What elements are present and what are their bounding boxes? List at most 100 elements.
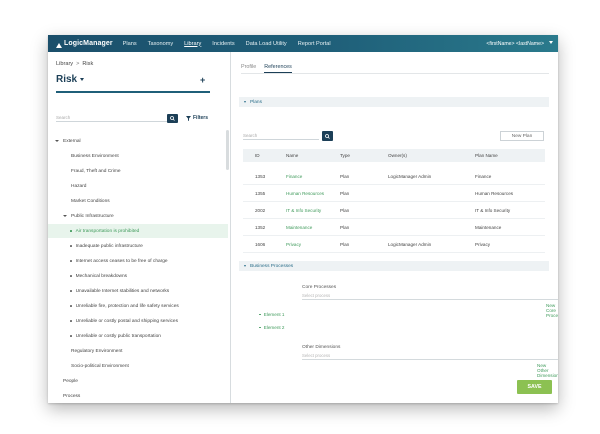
chevron-down-icon bbox=[55, 139, 60, 144]
new-other-dimension-link[interactable]: New Other Dimension bbox=[537, 363, 558, 378]
table-row[interactable]: 1353 Finance Plan LogicManager Admin Finance bbox=[243, 168, 545, 185]
tab-divider bbox=[241, 73, 549, 74]
tree-item-label: Fraud, Theft and Crime bbox=[71, 168, 121, 174]
tree-search-input[interactable]: Search bbox=[56, 114, 172, 122]
element-item[interactable]: Element 1 bbox=[259, 312, 284, 317]
column-name[interactable]: Name bbox=[286, 149, 298, 162]
cell-name[interactable]: Finance bbox=[286, 168, 302, 184]
tree-item[interactable]: Unreliable or costly postal and shipping… bbox=[48, 314, 228, 328]
cell-name[interactable]: Privacy bbox=[286, 236, 301, 252]
column-id[interactable]: ID bbox=[255, 149, 260, 162]
cell-id: 2002 bbox=[255, 207, 266, 213]
tree-item[interactable]: Process bbox=[48, 389, 228, 403]
cell-owner: LogicManager Admin bbox=[388, 173, 432, 179]
tree-item[interactable]: People bbox=[48, 374, 243, 401]
tree-item[interactable]: Internet access ceases to be free of cha… bbox=[48, 254, 228, 268]
tree-item-label: Mechanical breakdowns bbox=[75, 273, 128, 279]
breadcrumb-risk: Risk bbox=[82, 61, 94, 67]
cell-type: Plan bbox=[340, 224, 350, 230]
add-item-button[interactable]: + bbox=[200, 76, 205, 85]
table-row[interactable]: 1352 Maintenance Plan Maintenance bbox=[243, 219, 545, 236]
nav-report-portal[interactable]: Report Portal bbox=[297, 35, 332, 52]
tree-item-label: Unreliable fire, protection and life saf… bbox=[75, 303, 179, 309]
cell-type: Plan bbox=[340, 190, 350, 196]
tree-item[interactable]: External bbox=[48, 134, 228, 148]
cell-name[interactable]: IT & Info Security bbox=[286, 202, 321, 218]
library-type-selector[interactable]: Risk bbox=[56, 74, 85, 85]
chevron-down-icon bbox=[244, 265, 246, 267]
tree-item[interactable]: Mechanical breakdowns bbox=[48, 269, 228, 283]
user-menu[interactable]: <firstName> <lastName> bbox=[486, 35, 544, 52]
tree-item[interactable]: Business Environment bbox=[48, 149, 251, 176]
tree-item-label: Regulatory Environment bbox=[71, 348, 123, 354]
bullet bbox=[70, 230, 72, 232]
tab-references[interactable]: References bbox=[264, 64, 292, 73]
new-plan-button[interactable]: New Plan bbox=[500, 131, 544, 141]
element-label: Element 2 bbox=[263, 325, 285, 330]
plans-search-input[interactable]: Search bbox=[243, 132, 319, 140]
tree-item[interactable]: Inadequate public infrastructure bbox=[48, 239, 228, 253]
cell-id: 1352 bbox=[255, 224, 266, 230]
nav-library[interactable]: Library bbox=[183, 35, 202, 52]
library-sidebar: Library > Risk Risk + Search Filters Exter… bbox=[48, 52, 251, 403]
element-label: Element 1 bbox=[263, 312, 285, 317]
other-dimensions-label: Other Dimensions bbox=[302, 345, 341, 350]
tree-item[interactable]: Regulatory Environment bbox=[48, 344, 251, 371]
search-icon bbox=[170, 116, 175, 121]
column-type[interactable]: Type bbox=[340, 149, 350, 162]
plans-search-button[interactable] bbox=[322, 131, 333, 141]
cell-type: Plan bbox=[340, 241, 350, 247]
table-row[interactable]: 2002 IT & Info Security Plan IT & Info Secu… bbox=[243, 202, 545, 219]
bullet bbox=[70, 335, 72, 337]
logo[interactable]: LogicManager bbox=[56, 40, 113, 48]
other-dimensions-select[interactable]: Select process bbox=[302, 352, 558, 360]
column-plan-name[interactable]: Plan Name bbox=[475, 149, 498, 162]
tree-search-button[interactable] bbox=[167, 114, 178, 123]
cell-name[interactable]: Human Resources bbox=[286, 185, 324, 201]
plans-section-title: Plans bbox=[250, 99, 262, 105]
element-item[interactable]: Element 2 bbox=[259, 325, 284, 330]
table-row[interactable]: 1606 Privacy Plan LogicManager Admin Privacy bbox=[243, 236, 545, 253]
tree-item[interactable]: Unreliable fire, protection and life saf… bbox=[48, 299, 228, 313]
tree-item[interactable]: Unreliable or costly public transportati… bbox=[48, 329, 228, 343]
filter-icon bbox=[186, 115, 191, 121]
nav-incidents[interactable]: Incidents bbox=[211, 35, 235, 52]
filters-button[interactable]: Filters bbox=[186, 115, 208, 121]
chevron-down-icon[interactable] bbox=[549, 41, 553, 44]
tree-item[interactable]: Market Conditions bbox=[48, 194, 251, 221]
tree-item[interactable]: Air transportation is prohibited bbox=[48, 224, 228, 238]
logo-icon bbox=[56, 40, 62, 48]
table-row[interactable]: 1355 Human Resources Plan Human Resources bbox=[243, 185, 545, 202]
plans-table-header: ID Name Type Owner(s) Plan Name bbox=[243, 149, 545, 162]
nav-taxonomy[interactable]: Taxonomy bbox=[147, 35, 175, 52]
cell-name[interactable]: Maintenance bbox=[286, 219, 312, 235]
core-processes-placeholder: Select process bbox=[302, 293, 331, 298]
breadcrumb-separator: > bbox=[76, 61, 80, 67]
tree-item[interactable]: Public Infrastructure bbox=[48, 209, 228, 223]
tree-item[interactable]: Hazard bbox=[48, 179, 251, 206]
breadcrumb: Library > Risk bbox=[56, 61, 93, 67]
page-title: Risk bbox=[56, 74, 78, 85]
business-processes-section-header[interactable]: Business Processes bbox=[239, 261, 549, 271]
cell-id: 1606 bbox=[255, 241, 266, 247]
tab-profile[interactable]: Profile bbox=[241, 64, 256, 73]
tree-item-label: Business Environment bbox=[71, 153, 119, 159]
plans-section-header[interactable]: Plans bbox=[239, 97, 549, 107]
tree-item-label: Market Conditions bbox=[71, 198, 110, 204]
tree-item-label: External bbox=[63, 138, 81, 144]
tree-item-label: Socio-political Environment bbox=[71, 363, 129, 369]
bullet bbox=[259, 313, 261, 316]
tree-item[interactable]: Unavailable Internet stabilities and net… bbox=[48, 284, 228, 298]
column-owners[interactable]: Owner(s) bbox=[388, 149, 407, 162]
nav-data-load-utility[interactable]: Data Load Utility bbox=[245, 35, 288, 52]
nav-plans[interactable]: Plans bbox=[122, 35, 138, 52]
tree-item[interactable]: Socio-political Environment bbox=[48, 359, 251, 386]
save-button[interactable]: SAVE bbox=[517, 380, 552, 394]
core-processes-select[interactable]: Select process bbox=[302, 292, 558, 300]
new-core-process-link[interactable]: New Core Process bbox=[546, 303, 558, 318]
breadcrumb-library[interactable]: Library bbox=[56, 61, 73, 67]
tree-item[interactable]: Fraud, Theft and Crime bbox=[48, 164, 251, 191]
detail-panel: Profile References Plans Search New Plan… bbox=[231, 52, 558, 403]
cell-plan-name: Finance bbox=[475, 173, 492, 179]
cell-type: Plan bbox=[340, 173, 350, 179]
